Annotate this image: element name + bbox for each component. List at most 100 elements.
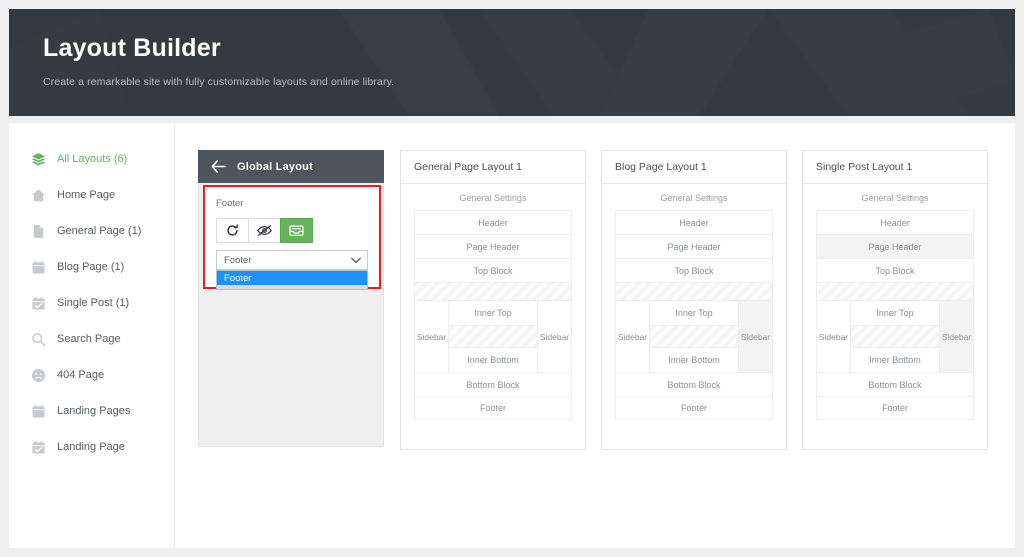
- footer-action-buttons: [216, 218, 368, 243]
- block-header[interactable]: Header: [414, 210, 572, 234]
- layout-card-title: General Page Layout 1: [414, 161, 522, 173]
- block-bottom-block[interactable]: Bottom Block: [615, 372, 773, 396]
- block-inner-top[interactable]: Inner Top: [650, 301, 738, 325]
- calendar-icon: [32, 404, 45, 417]
- archive-button[interactable]: [280, 218, 313, 243]
- chevron-down-icon[interactable]: [351, 257, 361, 264]
- block-page-header[interactable]: Page Header: [414, 234, 572, 258]
- calendar-check-icon: [32, 296, 45, 309]
- refresh-icon: [227, 224, 238, 236]
- block-top-block[interactable]: Top Block: [414, 258, 572, 282]
- layout-card[interactable]: Blog Page Layout 1 General Settings Header…: [601, 150, 787, 450]
- sidebar-item-label: Search Page: [57, 333, 121, 345]
- block-top-block[interactable]: Top Block: [615, 258, 773, 282]
- block-sidebar-left[interactable]: Sidebar: [415, 301, 449, 372]
- block-footer[interactable]: Footer: [816, 396, 974, 420]
- inbox-icon: [289, 225, 304, 236]
- block-sidebar-right[interactable]: Sidebar: [939, 301, 973, 372]
- block-header[interactable]: Header: [615, 210, 773, 234]
- block-middle-row: Sidebar Inner Top Inner Bottom Sidebar: [615, 300, 773, 372]
- home-icon: [31, 188, 46, 201]
- hero-banner: Layout Builder Create a remarkable site …: [9, 9, 1015, 116]
- sidebar-item-2[interactable]: General Page (1): [9, 213, 174, 249]
- layout-card-title: Single Post Layout 1: [816, 161, 913, 173]
- block-sidebar-left[interactable]: Sidebar: [616, 301, 650, 372]
- sidebar-item-0[interactable]: All Layouts (6): [9, 141, 174, 177]
- block-middle-row: Sidebar Inner Top Inner Bottom Sidebar: [414, 300, 572, 372]
- sidebar-item-8[interactable]: Landing Page: [9, 429, 174, 465]
- sidebar-item-7[interactable]: Landing Pages: [9, 393, 174, 429]
- refresh-button[interactable]: [216, 218, 249, 243]
- block-inner-top[interactable]: Inner Top: [851, 301, 939, 325]
- general-settings-label[interactable]: General Settings: [414, 184, 572, 210]
- layout-builder-page: Layout Builder Create a remarkable site …: [0, 0, 1024, 557]
- block-sidebar-left[interactable]: Sidebar: [817, 301, 851, 372]
- sidebar-item-3[interactable]: Blog Page (1): [9, 249, 174, 285]
- layout-card-header: General Page Layout 1: [401, 151, 585, 184]
- global-layout-header[interactable]: Global Layout: [198, 150, 384, 183]
- block-inner-bottom[interactable]: Inner Bottom: [851, 348, 939, 372]
- block-inner-top[interactable]: Inner Top: [449, 301, 537, 325]
- arrow-left-icon[interactable]: [211, 160, 226, 173]
- block-top-block[interactable]: Top Block: [816, 258, 974, 282]
- block-content-placeholder[interactable]: [414, 282, 572, 300]
- block-inner-bottom[interactable]: Inner Bottom: [449, 348, 537, 372]
- layout-card-header: Single Post Layout 1: [803, 151, 987, 184]
- sidebar-item-label: Home Page: [57, 189, 116, 201]
- sidebar-item-1[interactable]: Home Page: [9, 177, 174, 213]
- hide-button[interactable]: [248, 218, 281, 243]
- footer-section-label: Footer: [216, 198, 244, 209]
- footer-select: Footer Footer: [216, 250, 368, 290]
- calendar-icon: [32, 260, 45, 273]
- layout-card-body: General Settings Header Page Header Top Blo…: [602, 184, 786, 420]
- layout-card-body: General Settings Header Page Header Top Blo…: [803, 184, 987, 420]
- block-sidebar-right[interactable]: Sidebar: [738, 301, 772, 372]
- block-content-placeholder[interactable]: [816, 282, 974, 300]
- block-inner-column: Inner Top Inner Bottom: [650, 301, 738, 372]
- sidebar-item-label: All Layouts (6): [57, 153, 128, 165]
- block-footer[interactable]: Footer: [615, 396, 773, 420]
- block-bottom-block[interactable]: Bottom Block: [816, 372, 974, 396]
- block-header[interactable]: Header: [816, 210, 974, 234]
- block-inner-column: Inner Top Inner Bottom: [851, 301, 939, 372]
- calendar-check-icon: [32, 440, 45, 453]
- block-content-placeholder[interactable]: [615, 282, 773, 300]
- highlight-box: Footer Footer Footer: [203, 185, 381, 290]
- layout-card-title: Blog Page Layout 1: [615, 161, 707, 173]
- global-layout-body: Footer Footer Footer: [198, 183, 384, 447]
- layout-card[interactable]: General Page Layout 1 General Settings Hea…: [400, 150, 586, 450]
- block-sidebar-right[interactable]: Sidebar: [537, 301, 571, 372]
- block-inner-bottom[interactable]: Inner Bottom: [650, 348, 738, 372]
- sidebar-item-label: 404 Page: [57, 369, 105, 381]
- sidebar-item-6[interactable]: 404 Page: [9, 357, 174, 393]
- sidebar-item-label: Landing Page: [57, 441, 125, 453]
- footer-select-option[interactable]: Footer: [217, 271, 367, 285]
- layout-card-header: Blog Page Layout 1: [602, 151, 786, 184]
- file-icon: [33, 224, 44, 238]
- sidebar-item-4[interactable]: Single Post (1): [9, 285, 174, 321]
- footer-select-option-clipped[interactable]: [217, 285, 367, 289]
- global-layout-title: Global Layout: [237, 160, 313, 173]
- global-layout-panel: Global Layout Footer Footer Footer: [198, 150, 384, 447]
- footer-select-box[interactable]: Footer: [216, 250, 368, 270]
- block-footer[interactable]: Footer: [414, 396, 572, 420]
- block-inner-placeholder[interactable]: [449, 325, 537, 348]
- block-bottom-block[interactable]: Bottom Block: [414, 372, 572, 396]
- block-inner-placeholder[interactable]: [851, 325, 939, 348]
- layout-card[interactable]: Single Post Layout 1 General Settings Head…: [802, 150, 988, 450]
- sidebar-item-label: Landing Pages: [57, 405, 131, 417]
- footer-select-value: Footer: [224, 254, 252, 266]
- block-page-header[interactable]: Page Header: [816, 234, 974, 258]
- block-page-header[interactable]: Page Header: [615, 234, 773, 258]
- block-inner-placeholder[interactable]: [650, 325, 738, 348]
- layers-icon: [31, 152, 46, 165]
- content-card: All Layouts (6) Home Page General Page (1)…: [9, 123, 1015, 548]
- search-icon: [32, 332, 46, 346]
- general-settings-label[interactable]: General Settings: [816, 184, 974, 210]
- general-settings-label[interactable]: General Settings: [615, 184, 773, 210]
- sidebar-item-label: Single Post (1): [57, 297, 130, 309]
- sidebar: All Layouts (6) Home Page General Page (1)…: [9, 123, 175, 548]
- footer-select-options: Footer: [216, 270, 368, 290]
- sidebar-item-5[interactable]: Search Page: [9, 321, 174, 357]
- page-subtitle: Create a remarkable site with fully cust…: [43, 75, 395, 88]
